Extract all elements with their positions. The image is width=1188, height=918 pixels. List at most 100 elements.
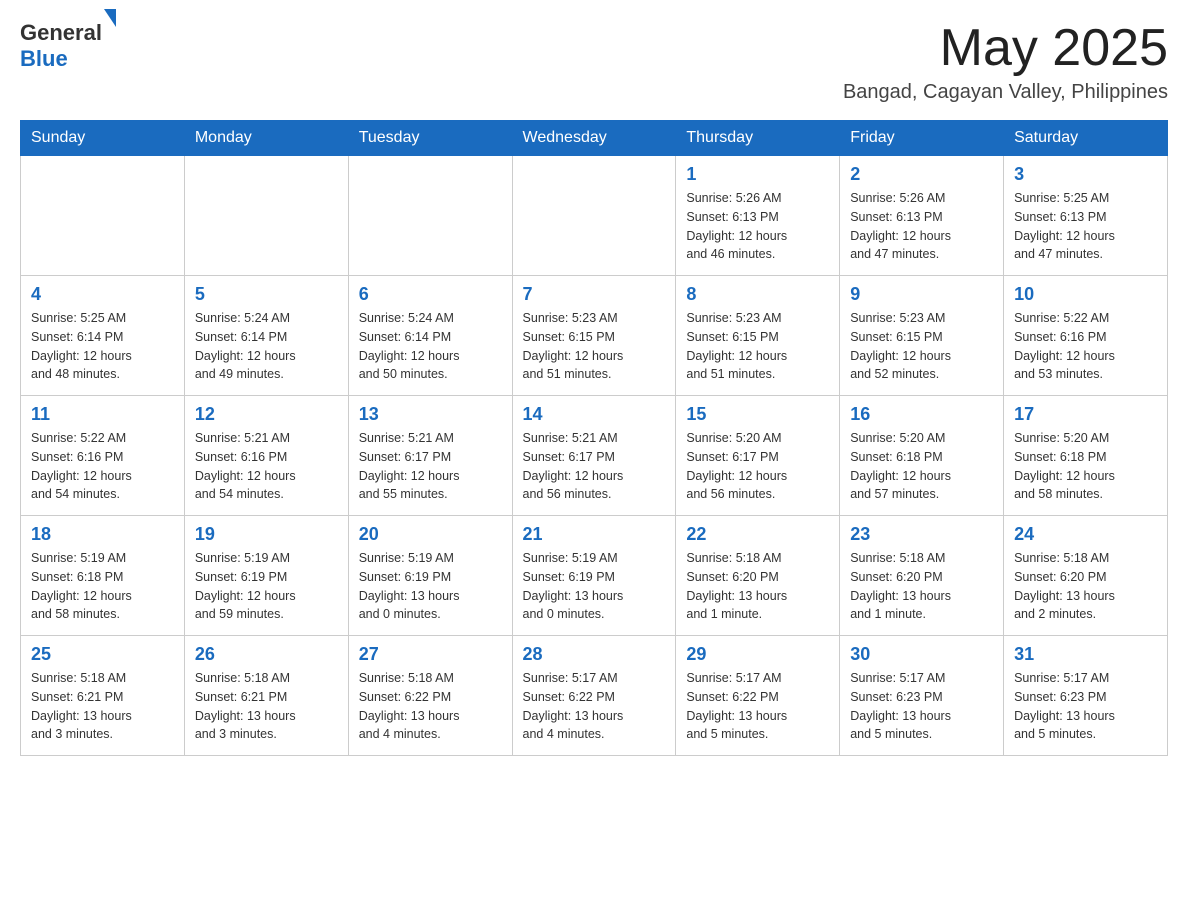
day-number: 25 xyxy=(31,644,174,665)
day-info: Sunrise: 5:18 AM Sunset: 6:20 PM Dayligh… xyxy=(686,549,829,624)
day-info: Sunrise: 5:19 AM Sunset: 6:19 PM Dayligh… xyxy=(195,549,338,624)
weekday-header-row: Sunday Monday Tuesday Wednesday Thursday… xyxy=(21,121,1168,156)
day-cell: 15 Sunrise: 5:20 AM Sunset: 6:17 PM Dayli… xyxy=(676,396,840,516)
day-cell: 4 Sunrise: 5:25 AM Sunset: 6:14 PM Daylig… xyxy=(21,276,185,396)
day-cell: 16 Sunrise: 5:20 AM Sunset: 6:18 PM Dayli… xyxy=(840,396,1004,516)
day-cell: 8 Sunrise: 5:23 AM Sunset: 6:15 PM Daylig… xyxy=(676,276,840,396)
day-info: Sunrise: 5:17 AM Sunset: 6:23 PM Dayligh… xyxy=(1014,669,1157,744)
day-cell xyxy=(348,156,512,276)
day-info: Sunrise: 5:23 AM Sunset: 6:15 PM Dayligh… xyxy=(686,309,829,384)
day-cell: 30 Sunrise: 5:17 AM Sunset: 6:23 PM Dayli… xyxy=(840,636,1004,756)
header-tuesday: Tuesday xyxy=(348,121,512,156)
day-number: 8 xyxy=(686,284,829,305)
day-info: Sunrise: 5:24 AM Sunset: 6:14 PM Dayligh… xyxy=(195,309,338,384)
day-info: Sunrise: 5:23 AM Sunset: 6:15 PM Dayligh… xyxy=(523,309,666,384)
day-info: Sunrise: 5:25 AM Sunset: 6:14 PM Dayligh… xyxy=(31,309,174,384)
day-cell: 2 Sunrise: 5:26 AM Sunset: 6:13 PM Daylig… xyxy=(840,156,1004,276)
day-number: 30 xyxy=(850,644,993,665)
day-number: 19 xyxy=(195,524,338,545)
logo-triangle-icon xyxy=(104,9,116,44)
day-number: 12 xyxy=(195,404,338,425)
day-info: Sunrise: 5:17 AM Sunset: 6:22 PM Dayligh… xyxy=(686,669,829,744)
day-info: Sunrise: 5:17 AM Sunset: 6:23 PM Dayligh… xyxy=(850,669,993,744)
day-cell: 31 Sunrise: 5:17 AM Sunset: 6:23 PM Dayli… xyxy=(1004,636,1168,756)
day-number: 15 xyxy=(686,404,829,425)
day-number: 14 xyxy=(523,404,666,425)
day-info: Sunrise: 5:17 AM Sunset: 6:22 PM Dayligh… xyxy=(523,669,666,744)
logo-general: General xyxy=(20,20,102,45)
day-cell: 1 Sunrise: 5:26 AM Sunset: 6:13 PM Daylig… xyxy=(676,156,840,276)
day-info: Sunrise: 5:25 AM Sunset: 6:13 PM Dayligh… xyxy=(1014,189,1157,264)
day-cell: 11Sunrise: 5:22 AM Sunset: 6:16 PM Dayli… xyxy=(21,396,185,516)
day-number: 28 xyxy=(523,644,666,665)
day-info: Sunrise: 5:26 AM Sunset: 6:13 PM Dayligh… xyxy=(686,189,829,264)
day-cell: 21Sunrise: 5:19 AM Sunset: 6:19 PM Dayli… xyxy=(512,516,676,636)
day-cell: 3 Sunrise: 5:25 AM Sunset: 6:13 PM Daylig… xyxy=(1004,156,1168,276)
day-info: Sunrise: 5:19 AM Sunset: 6:18 PM Dayligh… xyxy=(31,549,174,624)
day-number: 16 xyxy=(850,404,993,425)
day-number: 6 xyxy=(359,284,502,305)
header-wednesday: Wednesday xyxy=(512,121,676,156)
day-info: Sunrise: 5:21 AM Sunset: 6:16 PM Dayligh… xyxy=(195,429,338,504)
day-cell: 9Sunrise: 5:23 AM Sunset: 6:15 PM Daylig… xyxy=(840,276,1004,396)
day-number: 2 xyxy=(850,164,993,185)
day-info: Sunrise: 5:19 AM Sunset: 6:19 PM Dayligh… xyxy=(359,549,502,624)
day-number: 13 xyxy=(359,404,502,425)
day-number: 5 xyxy=(195,284,338,305)
week-row-4: 18Sunrise: 5:19 AM Sunset: 6:18 PM Dayli… xyxy=(21,516,1168,636)
day-info: Sunrise: 5:21 AM Sunset: 6:17 PM Dayligh… xyxy=(359,429,502,504)
week-row-3: 11Sunrise: 5:22 AM Sunset: 6:16 PM Dayli… xyxy=(21,396,1168,516)
day-number: 7 xyxy=(523,284,666,305)
day-number: 22 xyxy=(686,524,829,545)
page-header: General Blue May 2025 Bangad, Cagayan Va… xyxy=(20,20,1168,104)
day-cell: 6 Sunrise: 5:24 AM Sunset: 6:14 PM Daylig… xyxy=(348,276,512,396)
calendar-table: Sunday Monday Tuesday Wednesday Thursday… xyxy=(20,120,1168,756)
day-number: 31 xyxy=(1014,644,1157,665)
day-info: Sunrise: 5:20 AM Sunset: 6:18 PM Dayligh… xyxy=(850,429,993,504)
day-info: Sunrise: 5:18 AM Sunset: 6:20 PM Dayligh… xyxy=(1014,549,1157,624)
day-cell xyxy=(21,156,185,276)
day-number: 10 xyxy=(1014,284,1157,305)
day-cell xyxy=(512,156,676,276)
day-cell: 7 Sunrise: 5:23 AM Sunset: 6:15 PM Daylig… xyxy=(512,276,676,396)
day-number: 26 xyxy=(195,644,338,665)
day-number: 24 xyxy=(1014,524,1157,545)
day-number: 29 xyxy=(686,644,829,665)
day-info: Sunrise: 5:24 AM Sunset: 6:14 PM Dayligh… xyxy=(359,309,502,384)
header-saturday: Saturday xyxy=(1004,121,1168,156)
day-cell: 14Sunrise: 5:21 AM Sunset: 6:17 PM Dayli… xyxy=(512,396,676,516)
day-cell: 29 Sunrise: 5:17 AM Sunset: 6:22 PM Dayli… xyxy=(676,636,840,756)
day-info: Sunrise: 5:20 AM Sunset: 6:18 PM Dayligh… xyxy=(1014,429,1157,504)
day-info: Sunrise: 5:18 AM Sunset: 6:21 PM Dayligh… xyxy=(31,669,174,744)
day-cell: 12 Sunrise: 5:21 AM Sunset: 6:16 PM Dayli… xyxy=(184,396,348,516)
location-subtitle: Bangad, Cagayan Valley, Philippines xyxy=(843,81,1168,104)
day-info: Sunrise: 5:20 AM Sunset: 6:17 PM Dayligh… xyxy=(686,429,829,504)
header-monday: Monday xyxy=(184,121,348,156)
title-area: May 2025 Bangad, Cagayan Valley, Philipp… xyxy=(843,20,1168,104)
day-number: 21 xyxy=(523,524,666,545)
day-cell: 20 Sunrise: 5:19 AM Sunset: 6:19 PM Dayli… xyxy=(348,516,512,636)
day-number: 9 xyxy=(850,284,993,305)
day-number: 20 xyxy=(359,524,502,545)
day-cell: 28 Sunrise: 5:17 AM Sunset: 6:22 PM Dayli… xyxy=(512,636,676,756)
day-info: Sunrise: 5:18 AM Sunset: 6:21 PM Dayligh… xyxy=(195,669,338,744)
logo-text: General Blue xyxy=(20,20,116,72)
header-thursday: Thursday xyxy=(676,121,840,156)
week-row-5: 25 Sunrise: 5:18 AM Sunset: 6:21 PM Dayli… xyxy=(21,636,1168,756)
day-cell: 17 Sunrise: 5:20 AM Sunset: 6:18 PM Dayli… xyxy=(1004,396,1168,516)
day-number: 27 xyxy=(359,644,502,665)
day-cell: 10Sunrise: 5:22 AM Sunset: 6:16 PM Dayli… xyxy=(1004,276,1168,396)
day-number: 23 xyxy=(850,524,993,545)
day-cell: 26 Sunrise: 5:18 AM Sunset: 6:21 PM Dayli… xyxy=(184,636,348,756)
day-cell: 25 Sunrise: 5:18 AM Sunset: 6:21 PM Dayli… xyxy=(21,636,185,756)
month-year-title: May 2025 xyxy=(843,20,1168,77)
day-number: 1 xyxy=(686,164,829,185)
logo-blue: Blue xyxy=(20,46,68,71)
day-cell: 18Sunrise: 5:19 AM Sunset: 6:18 PM Dayli… xyxy=(21,516,185,636)
day-cell: 13 Sunrise: 5:21 AM Sunset: 6:17 PM Dayli… xyxy=(348,396,512,516)
day-info: Sunrise: 5:26 AM Sunset: 6:13 PM Dayligh… xyxy=(850,189,993,264)
day-cell: 19 Sunrise: 5:19 AM Sunset: 6:19 PM Dayli… xyxy=(184,516,348,636)
day-number: 17 xyxy=(1014,404,1157,425)
day-number: 3 xyxy=(1014,164,1157,185)
day-number: 4 xyxy=(31,284,174,305)
